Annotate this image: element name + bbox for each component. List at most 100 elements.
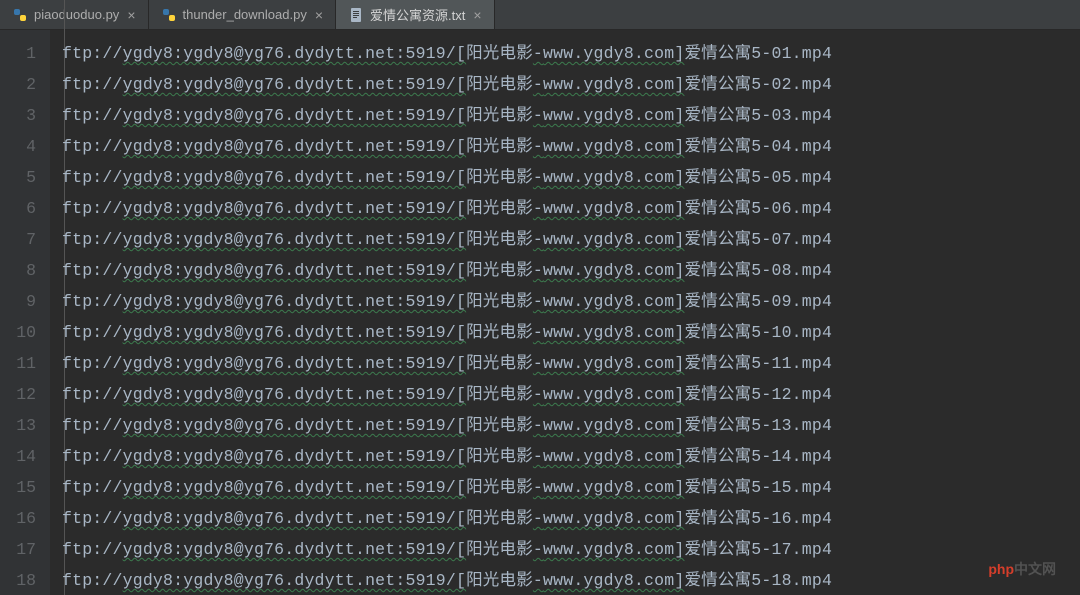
code-text-segment: - [533, 199, 543, 218]
code-text-segment: 阳光电影 [466, 106, 533, 125]
code-text-segment: www.ygdy8.com] [543, 385, 684, 404]
code-line[interactable]: ftp://ygdy8:ygdy8@yg76.dydytt.net:5919/[… [62, 286, 1080, 317]
code-text-segment: ygdy8:ygdy8@yg76.dydytt.net:5919/[ [123, 75, 466, 94]
line-number: 9 [0, 286, 50, 317]
badge-text-a: php [988, 561, 1014, 577]
code-text-segment: ftp:// [62, 292, 123, 311]
code-text-segment: 5-05.mp4 [751, 168, 832, 187]
line-number: 2 [0, 69, 50, 100]
code-text-segment: 阳光电影 [466, 540, 533, 559]
code-line[interactable]: ftp://ygdy8:ygdy8@yg76.dydytt.net:5919/[… [62, 472, 1080, 503]
code-line[interactable]: ftp://ygdy8:ygdy8@yg76.dydytt.net:5919/[… [62, 441, 1080, 472]
line-number: 16 [0, 503, 50, 534]
code-text-segment: ftp:// [62, 385, 123, 404]
code-text-segment: 阳光电影 [466, 230, 533, 249]
code-text-segment: - [533, 571, 543, 590]
code-line[interactable]: ftp://ygdy8:ygdy8@yg76.dydytt.net:5919/[… [62, 410, 1080, 441]
code-line[interactable]: ftp://ygdy8:ygdy8@yg76.dydytt.net:5919/[… [62, 565, 1080, 595]
close-icon[interactable]: × [473, 7, 481, 23]
code-text-segment: ftp:// [62, 44, 123, 63]
line-number: 5 [0, 162, 50, 193]
code-line[interactable]: ftp://ygdy8:ygdy8@yg76.dydytt.net:5919/[… [62, 131, 1080, 162]
code-text-segment: ftp:// [62, 571, 123, 590]
code-text-segment: 阳光电影 [466, 385, 533, 404]
code-text-segment: ygdy8:ygdy8@yg76.dydytt.net:5919/[ [123, 354, 466, 373]
code-text-segment: ftp:// [62, 230, 123, 249]
line-number: 17 [0, 534, 50, 565]
code-text-segment: ftp:// [62, 261, 123, 280]
code-text-segment: ygdy8:ygdy8@yg76.dydytt.net:5919/[ [123, 292, 466, 311]
line-number: 12 [0, 379, 50, 410]
code-text-segment: 爱情公寓 [684, 323, 751, 342]
code-text-segment: - [533, 354, 543, 373]
code-text-segment: 5-10.mp4 [751, 323, 832, 342]
code-text-segment: www.ygdy8.com] [543, 571, 684, 590]
code-text-segment: 爱情公寓 [684, 509, 751, 528]
code-text-segment: ygdy8:ygdy8@yg76.dydytt.net:5919/[ [123, 44, 466, 63]
code-text-segment: 5-18.mp4 [751, 571, 832, 590]
code-line[interactable]: ftp://ygdy8:ygdy8@yg76.dydytt.net:5919/[… [62, 162, 1080, 193]
code-line[interactable]: ftp://ygdy8:ygdy8@yg76.dydytt.net:5919/[… [62, 534, 1080, 565]
tab-label: thunder_download.py [183, 7, 307, 22]
close-icon[interactable]: × [127, 7, 135, 23]
code-line[interactable]: ftp://ygdy8:ygdy8@yg76.dydytt.net:5919/[… [62, 255, 1080, 286]
code-text-segment: www.ygdy8.com] [543, 447, 684, 466]
tab-text-2[interactable]: 爱情公寓资源.txt× [336, 0, 495, 29]
code-text-segment: 5-08.mp4 [751, 261, 832, 280]
code-text-segment: - [533, 323, 543, 342]
code-text-segment: 阳光电影 [466, 447, 533, 466]
code-text-segment: - [533, 478, 543, 497]
code-text-segment: - [533, 540, 543, 559]
code-text-segment: 爱情公寓 [684, 447, 751, 466]
code-text-segment: - [533, 261, 543, 280]
code-line[interactable]: ftp://ygdy8:ygdy8@yg76.dydytt.net:5919/[… [62, 193, 1080, 224]
code-text-segment: www.ygdy8.com] [543, 106, 684, 125]
editor-window: piaoduoduo.py×thunder_download.py×爱情公寓资源… [0, 0, 1080, 595]
code-text-segment: 爱情公寓 [684, 230, 751, 249]
code-text-segment: ftp:// [62, 168, 123, 187]
code-text-segment: www.ygdy8.com] [543, 44, 684, 63]
code-line[interactable]: ftp://ygdy8:ygdy8@yg76.dydytt.net:5919/[… [62, 38, 1080, 69]
close-icon[interactable]: × [315, 7, 323, 23]
code-text-segment: www.ygdy8.com] [543, 509, 684, 528]
code-text-segment: 5-06.mp4 [751, 199, 832, 218]
tab-bar: piaoduoduo.py×thunder_download.py×爱情公寓资源… [0, 0, 1080, 30]
code-text-segment: 5-01.mp4 [751, 44, 832, 63]
code-text-segment: 爱情公寓 [684, 416, 751, 435]
code-text-segment: 阳光电影 [466, 292, 533, 311]
code-text-segment: www.ygdy8.com] [543, 416, 684, 435]
code-text-segment: 爱情公寓 [684, 385, 751, 404]
code-text-segment: www.ygdy8.com] [543, 478, 684, 497]
code-text-segment: 爱情公寓 [684, 261, 751, 280]
code-text-segment: - [533, 137, 543, 156]
line-number: 8 [0, 255, 50, 286]
line-number: 10 [0, 317, 50, 348]
code-text-segment: 爱情公寓 [684, 168, 751, 187]
code-text-segment: ygdy8:ygdy8@yg76.dydytt.net:5919/[ [123, 416, 466, 435]
code-line[interactable]: ftp://ygdy8:ygdy8@yg76.dydytt.net:5919/[… [62, 224, 1080, 255]
code-text-segment: 爱情公寓 [684, 44, 751, 63]
code-text-segment: 阳光电影 [466, 478, 533, 497]
code-line[interactable]: ftp://ygdy8:ygdy8@yg76.dydytt.net:5919/[… [62, 100, 1080, 131]
code-line[interactable]: ftp://ygdy8:ygdy8@yg76.dydytt.net:5919/[… [62, 503, 1080, 534]
code-text-segment: 5-09.mp4 [751, 292, 832, 311]
code-text-segment: 5-12.mp4 [751, 385, 832, 404]
code-text-segment: ygdy8:ygdy8@yg76.dydytt.net:5919/[ [123, 137, 466, 156]
tab-python-0[interactable]: piaoduoduo.py× [0, 0, 149, 29]
code-text-segment: ftp:// [62, 354, 123, 373]
code-text-segment: 爱情公寓 [684, 75, 751, 94]
code-area[interactable]: ftp://ygdy8:ygdy8@yg76.dydytt.net:5919/[… [50, 30, 1080, 595]
code-text-segment: www.ygdy8.com] [543, 75, 684, 94]
code-line[interactable]: ftp://ygdy8:ygdy8@yg76.dydytt.net:5919/[… [62, 379, 1080, 410]
code-line[interactable]: ftp://ygdy8:ygdy8@yg76.dydytt.net:5919/[… [62, 69, 1080, 100]
code-text-segment: 5-11.mp4 [751, 354, 832, 373]
code-text-segment: 爱情公寓 [684, 137, 751, 156]
tab-python-1[interactable]: thunder_download.py × [149, 0, 337, 29]
code-text-segment: 5-15.mp4 [751, 478, 832, 497]
code-text-segment: 5-03.mp4 [751, 106, 832, 125]
code-line[interactable]: ftp://ygdy8:ygdy8@yg76.dydytt.net:5919/[… [62, 348, 1080, 379]
code-text-segment: 阳光电影 [466, 75, 533, 94]
code-text-segment: - [533, 75, 543, 94]
code-line[interactable]: ftp://ygdy8:ygdy8@yg76.dydytt.net:5919/[… [62, 317, 1080, 348]
code-text-segment: www.ygdy8.com] [543, 137, 684, 156]
